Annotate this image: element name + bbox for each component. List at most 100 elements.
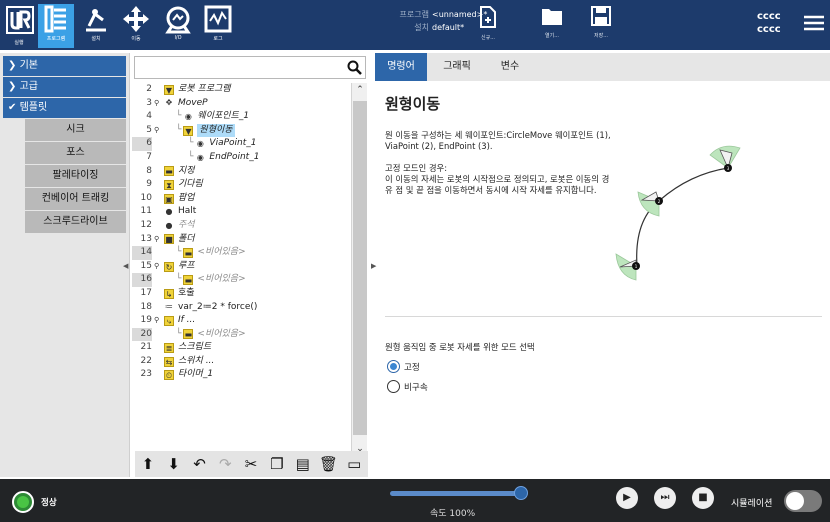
line-number: 19 [140,315,152,326]
nav-move[interactable]: 이동 [118,4,154,48]
speed-slider-handle[interactable] [514,486,528,500]
template-conveyor-tracking[interactable]: 컨베이어 트래킹 [25,188,126,210]
search-input[interactable] [134,56,366,79]
line-number: 8 [146,165,152,176]
category-advanced-label: 고급 [19,81,38,92]
yellow-arrow-icon: ▼ [164,84,174,95]
expand-toggle-icon[interactable]: ⚲ [154,260,159,274]
node-label: 주석 [178,219,195,230]
program-line[interactable]: 5 ⚲ └ ▼ 원형이동 [132,123,351,138]
expand-toggle-icon[interactable]: ⚲ [154,314,159,328]
redo-icon[interactable]: ↷ [212,451,238,477]
program-line[interactable]: 14 └ ▬ <비어있음> [132,246,351,260]
tree-connector: └ [176,111,182,122]
template-seek[interactable]: 시크 [25,119,126,141]
program-line[interactable]: 19 ⚲ ⤷ If ... [132,314,351,328]
category-basic[interactable]: ❯ 기본 [3,56,126,76]
program-toolbar: ⬆ ⬇ ↶ ↷ ✂ ❐ ▤ 🗑 ▭ [135,451,368,477]
cut-icon[interactable]: ✂ [238,451,264,477]
template-palletizing[interactable]: 팔레타이징 [25,165,126,187]
program-line[interactable]: 8 ▬ 지정 [132,165,351,179]
radio-unconstrained[interactable]: 비구속 [387,380,428,393]
menu-hamburger-icon[interactable] [804,15,824,35]
scroll-up-icon[interactable]: ⌃ [352,83,368,97]
nav-installation[interactable]: 설치 [78,4,114,48]
program-line[interactable]: 3 ⚲ ✥ MoveP [132,97,351,111]
move-up-icon[interactable]: ⬆ [135,451,161,477]
new-file-button[interactable]: 신규... [473,6,503,44]
node-label: 스크립트 [178,342,212,353]
tab-command[interactable]: 명령어 [375,53,427,81]
program-line[interactable]: 20 └ ▬ <비어있음> [132,327,351,342]
program-line[interactable]: 12 ● 주석 [132,219,351,233]
suppress-icon[interactable]: ▭ [341,451,367,477]
search-icon[interactable] [347,60,362,79]
simulation-toggle[interactable] [784,490,822,512]
expand-toggle-icon[interactable]: ⚲ [154,97,159,111]
template-screwdriving[interactable]: 스크루드라이브 [25,211,126,233]
program-line[interactable]: 23 ⏲ 타이머_1 [132,368,351,382]
collapse-left-handle[interactable]: ◀ [123,262,128,270]
halt-icon: ● [165,207,173,217]
radio-fixed[interactable]: 고정 [387,360,420,373]
nav-program[interactable]: 프로그램 [38,4,74,48]
program-scrollbar[interactable]: ⌃ ⌄ [351,83,367,456]
program-line[interactable]: 7 └ ◉ EndPoint_1 [132,151,351,165]
program-line[interactable]: 16 └ ▬ <비어있음> [132,273,351,287]
program-line[interactable]: 22 ⇆ 스위치 ... [132,355,351,369]
empty-icon: ▬ [183,275,194,286]
line-number: 3 [146,97,152,108]
tab-graphics[interactable]: 그래픽 [427,53,487,81]
save-button[interactable]: 저장... [586,6,616,44]
node-tree-panel: ❯ 기본 ❯ 고급 ✔ 템플릿 시크 포스 팔레타이징 컨베이어 트래킹 스크루… [0,53,130,477]
speed-slider-track[interactable] [390,491,522,496]
program-line[interactable]: 11 ● Halt [132,205,351,219]
program-line[interactable]: 17 ↳ 호출 [132,287,351,301]
simulation-label: 시뮬레이션 [731,499,773,509]
line-body: └ ▬ <비어있음> [176,246,246,260]
undo-icon[interactable]: ↶ [187,451,213,477]
node-label: 지정 [178,165,195,176]
category-advanced[interactable]: ❯ 고급 [3,77,126,97]
program-line[interactable]: 10 ▣ 팝업 [132,192,351,206]
open-button[interactable]: 열기... [537,6,567,44]
radio-fixed-indicator[interactable] [387,360,400,373]
stop-button[interactable]: ■ [692,487,714,509]
line-body: ▣ 팝업 [164,192,195,206]
program-line[interactable]: 15 ⚲ ↻ 루프 [132,260,351,274]
empty-icon: ▬ [183,247,194,258]
template-force[interactable]: 포스 [25,142,126,164]
program-line[interactable]: 2 ▼ 로봇 프로그램 [132,83,351,97]
scroll-thumb[interactable] [353,101,367,435]
program-line[interactable]: 13 ⚲ ■ 폴더 [132,233,351,247]
copy-icon[interactable]: ❐ [264,451,290,477]
line-body: └ ▬ <비어있음> [176,273,246,287]
waypoint-2-label: 2 [658,199,661,204]
category-templates[interactable]: ✔ 템플릿 [3,98,126,118]
line-body: └ ◉ ViaPoint_1 [188,137,257,151]
selected-node-label: 원형이동 [197,123,235,138]
program-line[interactable]: 21 ≣ 스크립트 [132,341,351,355]
radio-unconstrained-indicator[interactable] [387,380,400,393]
program-line[interactable]: 9 ⧗ 기다림 [132,178,351,192]
line-body: ▬ 지정 [164,165,195,179]
nav-io[interactable]: I/O [160,4,196,48]
line-number: 21 [140,342,152,353]
program-line[interactable]: 4 └ ◉ 웨이포인트_1 [132,110,351,124]
delete-icon[interactable]: 🗑 [316,451,342,477]
tab-variables[interactable]: 변수 [487,53,533,81]
nav-log[interactable]: 로그 [200,4,236,48]
expand-toggle-icon[interactable]: ⚲ [154,233,159,247]
expand-toggle-icon[interactable]: ⚲ [154,124,159,138]
step-button[interactable]: ⏭ [654,487,676,509]
paste-icon[interactable]: ▤ [290,451,316,477]
nav-run[interactable]: 실행 [1,38,37,48]
program-line[interactable]: 18 ≔ var_2≔2 * force() [132,301,351,315]
robot-status-icon[interactable] [12,491,34,513]
program-icon [38,4,74,34]
line-body: ↳ 호출 [164,287,195,301]
node-label: <비어있음> [197,328,246,339]
play-button[interactable]: ▶ [616,487,638,509]
move-down-icon[interactable]: ⬇ [161,451,187,477]
program-line[interactable]: 6 └ ◉ ViaPoint_1 [132,137,351,151]
